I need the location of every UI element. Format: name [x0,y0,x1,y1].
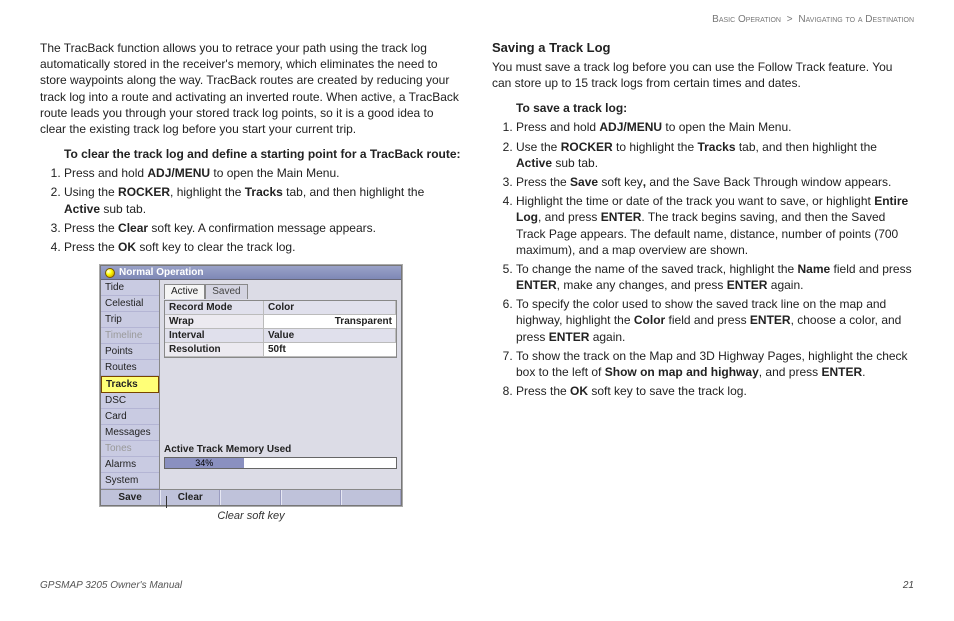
sidebar-item-tracks[interactable]: Tracks [101,376,159,393]
intro-paragraph: The TracBack function allows you to retr… [40,40,462,137]
callout-line-icon [166,496,167,508]
device-caption: Clear soft key [40,510,462,522]
clear-step-3: Press the Clear soft key. A confirmation… [64,220,462,236]
left-column: The TracBack function allows you to retr… [40,40,462,522]
softkey-slot2 [220,490,280,505]
memory-bar-fill: 34% [165,458,244,468]
page-footer: GPSMAP 3205 Owner's Manual 21 [40,580,914,591]
device-titlebar: Normal Operation [101,266,401,280]
val-50ft[interactable]: 50ft [264,343,396,357]
save-step-3: Press the Save soft key, and the Save Ba… [516,174,914,190]
status-dot-icon [105,268,115,278]
saving-heading: Saving a Track Log [492,40,914,55]
hdr-value: Value [264,329,396,343]
memory-pct: 34% [195,458,213,468]
sidebar-item-trip[interactable]: Trip [101,312,159,328]
save-steps: Press and hold ADJ/MENU to open the Main… [516,119,914,399]
val-transparent[interactable]: Transparent [264,315,396,329]
save-step-8: Press the OK soft key to save the track … [516,383,914,399]
softkey-row: SaveClear [101,489,401,505]
hdr-record-mode: Record Mode [165,301,264,315]
clear-step-4: Press the OK soft key to clear the track… [64,239,462,255]
footer-left: GPSMAP 3205 Owner's Manual [40,580,182,591]
softkey-clear[interactable]: Clear [160,490,220,505]
sidebar-item-card[interactable]: Card [101,409,159,425]
device-grid: Record Mode Color Wrap Transparent Inter… [164,300,397,358]
memory-label: Active Track Memory Used [164,444,397,455]
breadcrumb-a: Basic Operation [712,14,781,25]
saving-paragraph: You must save a track log before you can… [492,59,914,91]
val-wrap[interactable]: Wrap [165,315,264,329]
sidebar-item-dsc[interactable]: DSC [101,393,159,409]
footer-page: 21 [903,580,914,591]
right-column: Saving a Track Log You must save a track… [492,40,914,522]
sidebar-item-points[interactable]: Points [101,344,159,360]
clear-heading: To clear the track log and define a star… [64,147,462,161]
clear-step-2: Using the ROCKER, highlight the Tracks t… [64,184,462,216]
save-step-7: To show the track on the Map and 3D High… [516,348,914,380]
device-title: Normal Operation [119,267,203,278]
save-step-6: To specify the color used to show the sa… [516,296,914,345]
softkey-slot3 [281,490,341,505]
sidebar-item-system[interactable]: System [101,473,159,489]
save-step-2: Use the ROCKER to highlight the Tracks t… [516,139,914,171]
breadcrumb: Basic Operation > Navigating to a Destin… [712,14,914,25]
caption-text: Clear soft key [217,510,284,522]
save-step-4: Highlight the time or date of the track … [516,193,914,258]
device-sidebar: TideCelestialTripTimelinePointsRoutesTra… [101,280,160,489]
memory-bar: 34% [164,457,397,469]
tab-active[interactable]: Active [164,284,205,299]
hdr-interval: Interval [165,329,264,343]
softkey-slot4 [341,490,401,505]
sidebar-item-tones[interactable]: Tones [101,441,159,457]
save-step-1: Press and hold ADJ/MENU to open the Main… [516,119,914,135]
sidebar-item-routes[interactable]: Routes [101,360,159,376]
softkey-save[interactable]: Save [101,490,160,505]
breadcrumb-sep: > [787,14,793,25]
breadcrumb-b: Navigating to a Destination [798,14,914,25]
sidebar-item-messages[interactable]: Messages [101,425,159,441]
clear-steps: Press and hold ADJ/MENU to open the Main… [64,165,462,255]
sidebar-item-timeline[interactable]: Timeline [101,328,159,344]
device-screenshot: Normal Operation TideCelestialTripTimeli… [100,265,402,506]
sidebar-item-celestial[interactable]: Celestial [101,296,159,312]
val-resolution[interactable]: Resolution [165,343,264,357]
tab-saved[interactable]: Saved [205,284,247,299]
sidebar-item-tide[interactable]: Tide [101,280,159,296]
save-step-5: To change the name of the saved track, h… [516,261,914,293]
sidebar-item-alarms[interactable]: Alarms [101,457,159,473]
hdr-color: Color [264,301,396,315]
save-steps-heading: To save a track log: [516,101,914,115]
clear-step-1: Press and hold ADJ/MENU to open the Main… [64,165,462,181]
